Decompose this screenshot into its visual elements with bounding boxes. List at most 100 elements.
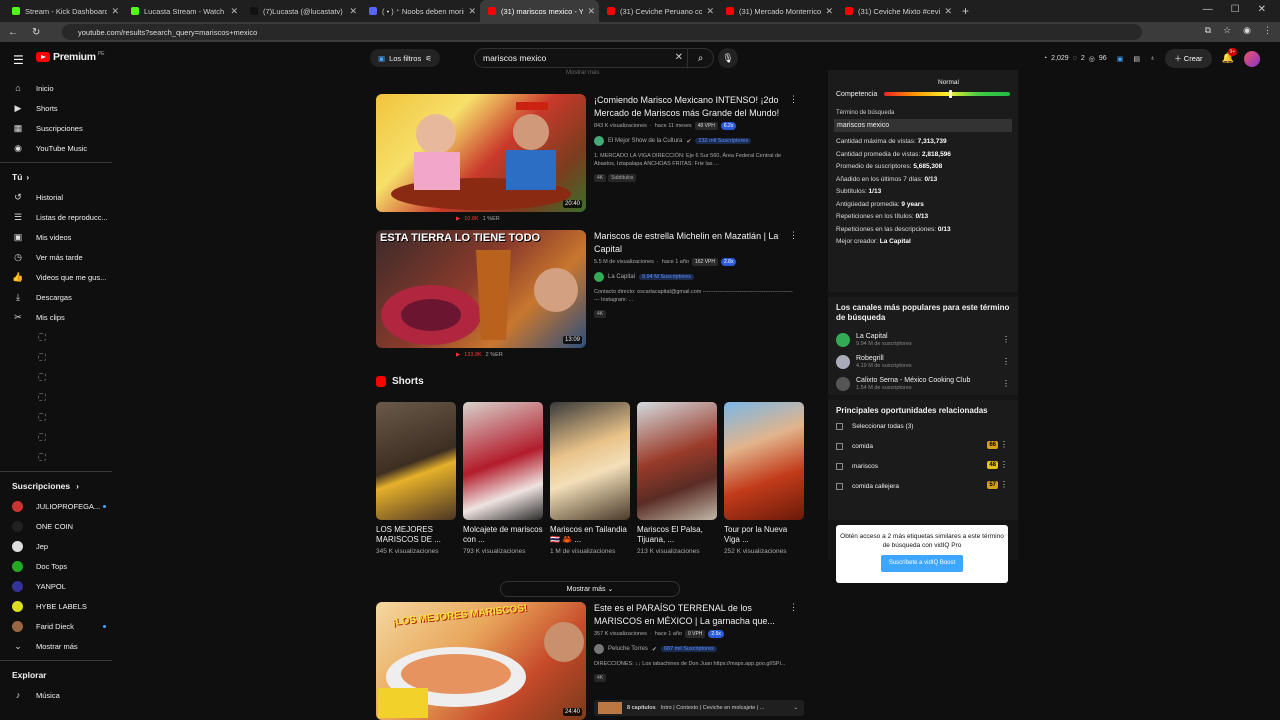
sidebar-item[interactable]: ☰ Listas de reproducc... — [0, 207, 120, 227]
video-title[interactable]: Mariscos de estrella Michelin en Mazatlá… — [594, 230, 794, 255]
sidebar-item[interactable]: ◉ YouTube Music — [0, 138, 120, 158]
subscription-item[interactable]: HYBE LABELS — [0, 596, 120, 616]
more-options-icon[interactable]: ⋮ — [789, 230, 798, 241]
short-item[interactable]: Tour por la Nueva Viga ... 252 K visualiz… — [724, 402, 804, 557]
subscription-item[interactable]: ONE COIN — [0, 516, 120, 536]
keyword-row[interactable]: comida 66 ⋮ — [828, 436, 1018, 456]
browser-tab[interactable]: Lucasta Stream - Watch Live on ✕ — [123, 0, 242, 22]
select-all-row[interactable]: Seleccionar todas (3) — [828, 416, 1018, 436]
microphone-icon[interactable]: 🎙 — [718, 48, 738, 68]
browser-tab[interactable]: (31) Ceviche Peruano con el M✕ — [599, 0, 718, 22]
vidiq-extension-icon[interactable]: ▣ — [1117, 55, 1124, 63]
short-item[interactable]: LOS MEJORES MARISCOS DE ... 345 K visuali… — [376, 402, 456, 557]
vidiq-stats[interactable]: ◔ 2,029 ◌ 2 ◎ 96 — [1043, 55, 1107, 63]
more-options-icon[interactable]: ⋮ — [789, 94, 798, 105]
lightbulb-icon[interactable]: ♁ — [1150, 55, 1155, 62]
back-icon[interactable]: ← — [8, 27, 18, 38]
star-icon[interactable]: ☆ — [1223, 25, 1231, 36]
short-title[interactable]: Tour por la Nueva Viga ... — [724, 525, 804, 545]
create-button[interactable]: ＋ Crear — [1165, 49, 1212, 68]
channel-row[interactable]: Peluche Torres ✔ 687 mil Suscriptores — [594, 644, 794, 654]
top-channel-item[interactable]: La Capital 9.94 M de suscriptores ⋮ — [828, 329, 1018, 351]
tab-close-icon[interactable]: ✕ — [468, 6, 476, 17]
tab-close-icon[interactable]: ✕ — [111, 6, 119, 17]
short-item[interactable]: Molcajete de mariscos con ... 793 K visua… — [463, 402, 543, 557]
sidebar-item[interactable]: ✂ Mis clips — [0, 307, 120, 327]
short-title[interactable]: Mariscos El Palsa, Tijuana, ... — [637, 525, 717, 545]
keyword-checkbox[interactable] — [836, 442, 843, 450]
video-thumbnail[interactable]: 20:40 — [376, 94, 586, 212]
sidebar-item[interactable]: ♪ Música — [0, 685, 120, 705]
reload-icon[interactable]: ↻ — [32, 27, 40, 38]
show-more-button[interactable]: Mostrar más ⌄ — [500, 581, 680, 597]
channel-row[interactable]: El Mejor Show de la Cultura ✔ 232 mil Susc… — [594, 136, 794, 146]
short-title[interactable]: Mariscos en Tailandia 🇹🇭 🦀 ... — [550, 525, 630, 545]
sidebar-item[interactable]: ▣ Mis videos — [0, 227, 120, 247]
more-options-icon[interactable]: ⋮ — [1000, 440, 1008, 449]
keyword-row[interactable]: mariscos 48 ⋮ — [828, 456, 1018, 476]
sidebar-item[interactable]: ▶ Shorts — [0, 98, 120, 118]
short-title[interactable]: Molcajete de mariscos con ... — [463, 525, 543, 545]
short-thumbnail[interactable] — [550, 402, 630, 520]
subscriptions-header[interactable]: Suscripciones › — [0, 476, 120, 496]
tab-close-icon[interactable]: ✕ — [706, 6, 714, 17]
clear-search-icon[interactable]: ✕ — [675, 52, 683, 63]
video-title[interactable]: ¡Comiendo Marisco Mexicano INTENSO! ¡2do… — [594, 94, 794, 119]
tab-close-icon[interactable]: ✕ — [230, 6, 238, 17]
video-title[interactable]: Este es el PARAÍSO TERRENAL de los MARIS… — [594, 602, 794, 627]
sidebar-item[interactable]: ⤓ Descargas — [0, 287, 120, 307]
profile-icon[interactable]: ◉ — [1243, 25, 1251, 36]
new-tab-icon[interactable]: + — [962, 4, 969, 18]
video-result-2[interactable]: ESTA TIERRA LO TIENE TODO 13:09 Mariscos… — [376, 230, 806, 370]
sidebar-item[interactable]: ▦ Suscripciones — [0, 118, 120, 138]
sidebar-item[interactable]: ⌂ Inicio — [0, 78, 120, 98]
short-item[interactable]: Mariscos El Palsa, Tijuana, ... 213 K vis… — [637, 402, 717, 557]
filters-button[interactable]: ▣ Los filtros ⚟ — [370, 49, 440, 67]
short-title[interactable]: LOS MEJORES MARISCOS DE ... — [376, 525, 456, 545]
browser-tab[interactable]: (7)Lucasta (@lucastatv) | TikTok ✕ — [242, 0, 361, 22]
menu-icon[interactable]: ⋮ — [1263, 25, 1272, 36]
more-options-icon[interactable]: ⋮ — [1002, 379, 1010, 388]
subscription-item[interactable]: Farid Dieck — [0, 616, 120, 636]
more-options-icon[interactable]: ⋮ — [1002, 357, 1010, 366]
sidebar-item[interactable]: ◷ Ver más tarde — [0, 247, 120, 267]
search-icon[interactable]: ⌕ — [687, 48, 713, 68]
more-options-icon[interactable]: ⋮ — [1000, 460, 1008, 469]
video-thumbnail[interactable]: ¡LOS MEJORES MARISCOS! 24:40 — [376, 602, 586, 720]
select-all-checkbox[interactable] — [836, 422, 843, 430]
video-result-1[interactable]: 20:40 ¡Comiendo Marisco Mexicano INTENSO… — [376, 94, 806, 234]
minimize-icon[interactable]: — — [1203, 4, 1213, 15]
user-avatar[interactable] — [1244, 50, 1260, 67]
maximize-icon[interactable]: ☐ — [1231, 4, 1240, 15]
top-channel-item[interactable]: Robegrill 4.19 M de suscriptores ⋮ — [828, 351, 1018, 373]
sidebar-item[interactable]: ↺ Historial — [0, 187, 120, 207]
chapters-bar[interactable]: 8 capítulos Intro | Contexto | Ceviche en… — [594, 700, 804, 716]
url-field[interactable]: youtube.com/results?search_query=marisco… — [62, 24, 1142, 40]
video-thumbnail[interactable]: ESTA TIERRA LO TIENE TODO 13:09 — [376, 230, 586, 348]
short-item[interactable]: Mariscos en Tailandia 🇹🇭 🦀 ... 1 M de vis… — [550, 402, 630, 557]
more-options-icon[interactable]: ⋮ — [1000, 480, 1008, 489]
short-thumbnail[interactable] — [463, 402, 543, 520]
subscription-item[interactable]: Jep — [0, 536, 120, 556]
browser-tab[interactable]: (31) mariscos mexico - YouTube✕ — [480, 0, 599, 22]
more-options-icon[interactable]: ⋮ — [789, 602, 798, 613]
short-thumbnail[interactable] — [724, 402, 804, 520]
browser-tab[interactable]: (31) Ceviche Mixto #ceviche #n✕ — [837, 0, 956, 22]
tab-close-icon[interactable]: ✕ — [944, 6, 952, 17]
sidebar-item[interactable]: 👍 Videos que me gus... — [0, 267, 120, 287]
browser-tab[interactable]: (31) Mercado Monterrico, Lima✕ — [718, 0, 837, 22]
tab-close-icon[interactable]: ✕ — [825, 6, 833, 17]
notifications-bell-icon[interactable]: 🔔 9+ — [1222, 48, 1238, 64]
search-input[interactable]: mariscos mexico — [483, 53, 546, 63]
hamburger-menu-icon[interactable]: ☰ — [13, 53, 24, 67]
cast-icon[interactable]: ▤ — [1133, 55, 1140, 63]
show-more-subscriptions[interactable]: ⌄ Mostrar más — [0, 636, 120, 656]
subscribe-boost-button[interactable]: Suscríbete a vidIQ Boost — [880, 555, 964, 572]
youtube-logo[interactable]: Premium PE — [36, 51, 105, 63]
short-thumbnail[interactable] — [637, 402, 717, 520]
extension-icon[interactable]: ⧉ — [1205, 25, 1211, 36]
more-options-icon[interactable]: ⋮ — [1002, 335, 1010, 344]
browser-tab[interactable]: ( • ) ⁺ Noobs deben morir - F✕ — [361, 0, 480, 22]
tab-close-icon[interactable]: ✕ — [587, 6, 595, 17]
keyword-checkbox[interactable] — [836, 482, 843, 490]
